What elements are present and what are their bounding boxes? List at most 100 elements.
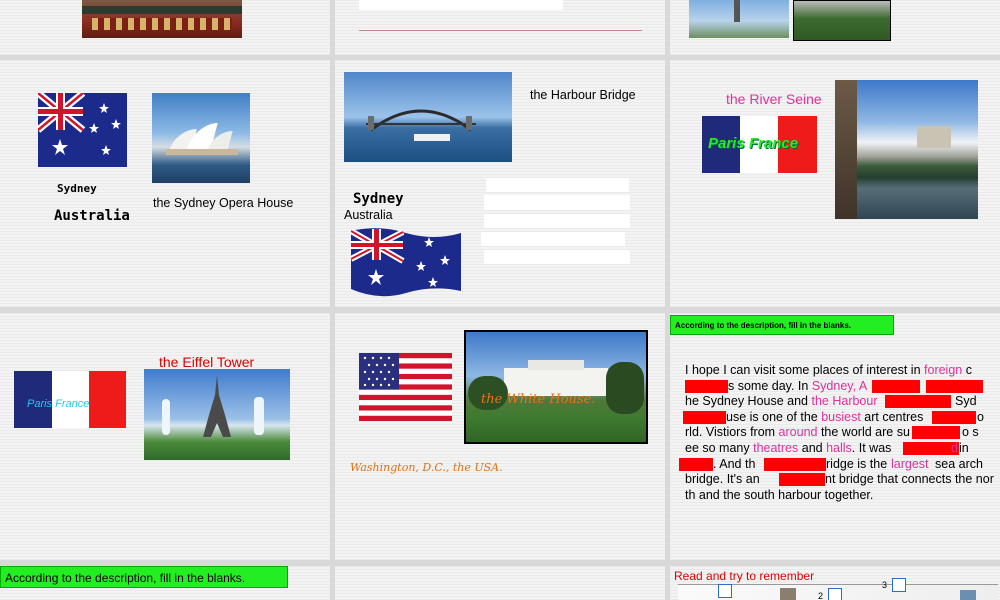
slide-thumbnail-1[interactable] bbox=[0, 0, 330, 55]
answer-blank bbox=[683, 410, 726, 424]
country-label: Australia bbox=[54, 208, 130, 224]
city-label: Sydney bbox=[353, 191, 404, 207]
passage-text: th and the south harbour together. bbox=[685, 487, 874, 502]
passage-text: use is one of the bbox=[726, 409, 822, 424]
france-flag-icon: Paris France bbox=[14, 371, 126, 428]
harbour-bridge-photo bbox=[344, 72, 512, 162]
passage-keyword: theatres bbox=[753, 440, 799, 455]
slide-thumbnail-6[interactable]: the River Seine Paris France bbox=[670, 60, 1000, 307]
passage-text: Syd bbox=[955, 394, 977, 409]
passage-line-6: ee so many theatres and halls. It was d … bbox=[685, 441, 1000, 457]
answer-blank bbox=[685, 379, 728, 393]
usa-flag-icon bbox=[359, 353, 452, 421]
passage-text: ridge is the bbox=[826, 456, 888, 471]
marker-number-3: 3 bbox=[882, 580, 888, 590]
passage-keyword: foreign bbox=[924, 363, 963, 377]
answer-box-5 bbox=[484, 250, 630, 264]
slide-thumbnail-2[interactable] bbox=[335, 0, 665, 55]
answer-blank bbox=[912, 426, 960, 440]
instruction-banner: According to the description, fill in th… bbox=[670, 315, 894, 335]
passage-keyword: the Harbour bbox=[811, 394, 878, 409]
passage-line-7: . And th ridge is the largest sea arch bbox=[679, 456, 1000, 473]
slide-thumbnail-10[interactable]: According to the description, fill in th… bbox=[0, 566, 330, 600]
answer-square-2 bbox=[828, 588, 842, 600]
flag-caption: Paris France bbox=[708, 135, 799, 152]
passage-text: I hope I can visit some places of intere… bbox=[685, 363, 925, 377]
answer-blank bbox=[926, 379, 983, 393]
passage-text: the world are su bbox=[817, 425, 910, 440]
forbidden-city-photo bbox=[82, 0, 242, 38]
eiffel-tower-photo bbox=[144, 369, 290, 460]
photo-caption: the White House. bbox=[481, 392, 596, 407]
bridge-arch-icon bbox=[366, 109, 476, 132]
landmark-label: the Sydney Opera House bbox=[153, 196, 294, 210]
passage-text: ee so many bbox=[685, 440, 754, 455]
country-label: Australia bbox=[344, 208, 393, 222]
passage-line-2: s some day. In Sydney, A bbox=[685, 379, 1000, 395]
place-label: Washington, D.C., the USA. bbox=[350, 461, 503, 474]
slide-thumbnail-4[interactable]: Sydney Australia the Sydney Opera House bbox=[0, 60, 330, 307]
underline bbox=[359, 30, 642, 31]
passage-keyword: , A bbox=[852, 378, 868, 393]
opera-house-photo bbox=[152, 93, 250, 183]
passage-keyword: around bbox=[778, 425, 818, 440]
white-house-photo: the White House. bbox=[464, 330, 648, 444]
slide-thumbnail-12[interactable]: Read and try to remember 3 2 bbox=[670, 566, 1000, 600]
slide-thumbnail-3[interactable] bbox=[670, 0, 1000, 55]
slide-thumbnail-5[interactable]: the Harbour Bridge Sydney Australia bbox=[335, 60, 665, 307]
passage-text: . And th bbox=[713, 456, 756, 471]
passage-text: . It was bbox=[851, 440, 892, 455]
passage-text: c bbox=[962, 363, 972, 377]
slide-thumbnail-7[interactable]: the Eiffel Tower Paris France bbox=[0, 313, 330, 560]
answer-blank bbox=[885, 395, 951, 409]
paris-photo bbox=[689, 0, 789, 38]
passage-text: o s bbox=[962, 425, 979, 440]
passage-line-4: use is one of the busiest art centres o bbox=[683, 409, 1000, 426]
answer-blank bbox=[932, 410, 976, 424]
slide-title: Read and try to remember bbox=[674, 569, 815, 583]
slide-thumbnail-9[interactable]: According to the description, fill in th… bbox=[670, 313, 1000, 560]
passage-keyword: busiest bbox=[821, 409, 861, 424]
passage-text: nt bridge that connects the nor bbox=[825, 472, 994, 487]
slide-thumbnail-11[interactable] bbox=[335, 566, 665, 600]
answer-box-3 bbox=[484, 214, 630, 228]
passage-text: he Sydney House and bbox=[685, 394, 812, 409]
passage-keyword: Sydney bbox=[811, 378, 853, 393]
marker-number-2: 2 bbox=[818, 591, 824, 600]
instruction-banner: According to the description, fill in th… bbox=[0, 566, 288, 588]
city-label: Sydney bbox=[57, 182, 97, 195]
answer-square-1 bbox=[718, 584, 732, 598]
answer-box bbox=[359, 0, 563, 10]
passage-line-3: he Sydney House and the Harbour Syd bbox=[685, 394, 1000, 410]
passage-line-8: bridge. It's an nt bridge that connects … bbox=[685, 472, 1000, 488]
answer-blank bbox=[764, 457, 826, 471]
passage-keyword: halls bbox=[826, 440, 852, 455]
passage-text: bridge. It's an bbox=[685, 472, 760, 487]
thumbnail-image bbox=[780, 588, 796, 600]
river-seine-photo bbox=[835, 80, 978, 219]
australia-flag-icon bbox=[38, 93, 127, 167]
passage-text: in bbox=[959, 440, 969, 455]
landmark-label: the Harbour Bridge bbox=[530, 88, 636, 102]
fill-blank-passage: I hope I can visit some places of intere… bbox=[679, 363, 1000, 504]
answer-blank bbox=[779, 473, 825, 487]
passage-line-5: rld. Vistiors from around the world are … bbox=[685, 425, 1000, 441]
australia-flag-waving-icon bbox=[351, 228, 461, 297]
passage-text: sea arch bbox=[935, 456, 983, 471]
passage-text: and bbox=[798, 440, 827, 455]
landmark-label: the Eiffel Tower bbox=[159, 354, 255, 370]
passage-text: o bbox=[977, 409, 984, 424]
answer-blank bbox=[872, 379, 920, 393]
passage-text: rld. Vistiors from bbox=[685, 425, 779, 440]
garden-photo bbox=[793, 0, 891, 41]
passage-keyword: d bbox=[951, 440, 958, 455]
answer-box-4 bbox=[481, 232, 625, 246]
answer-blank bbox=[679, 457, 713, 471]
answer-box-1 bbox=[486, 178, 629, 192]
slide-thumbnail-8[interactable]: the White House. Washington, D.C., the U… bbox=[335, 313, 665, 560]
passage-line-9: th and the south harbour together. bbox=[685, 488, 1000, 504]
landmark-label: the River Seine bbox=[726, 91, 822, 107]
france-flag-icon: Paris France bbox=[702, 116, 817, 173]
answer-square-3 bbox=[892, 578, 906, 592]
thumbnail-image bbox=[960, 590, 976, 600]
